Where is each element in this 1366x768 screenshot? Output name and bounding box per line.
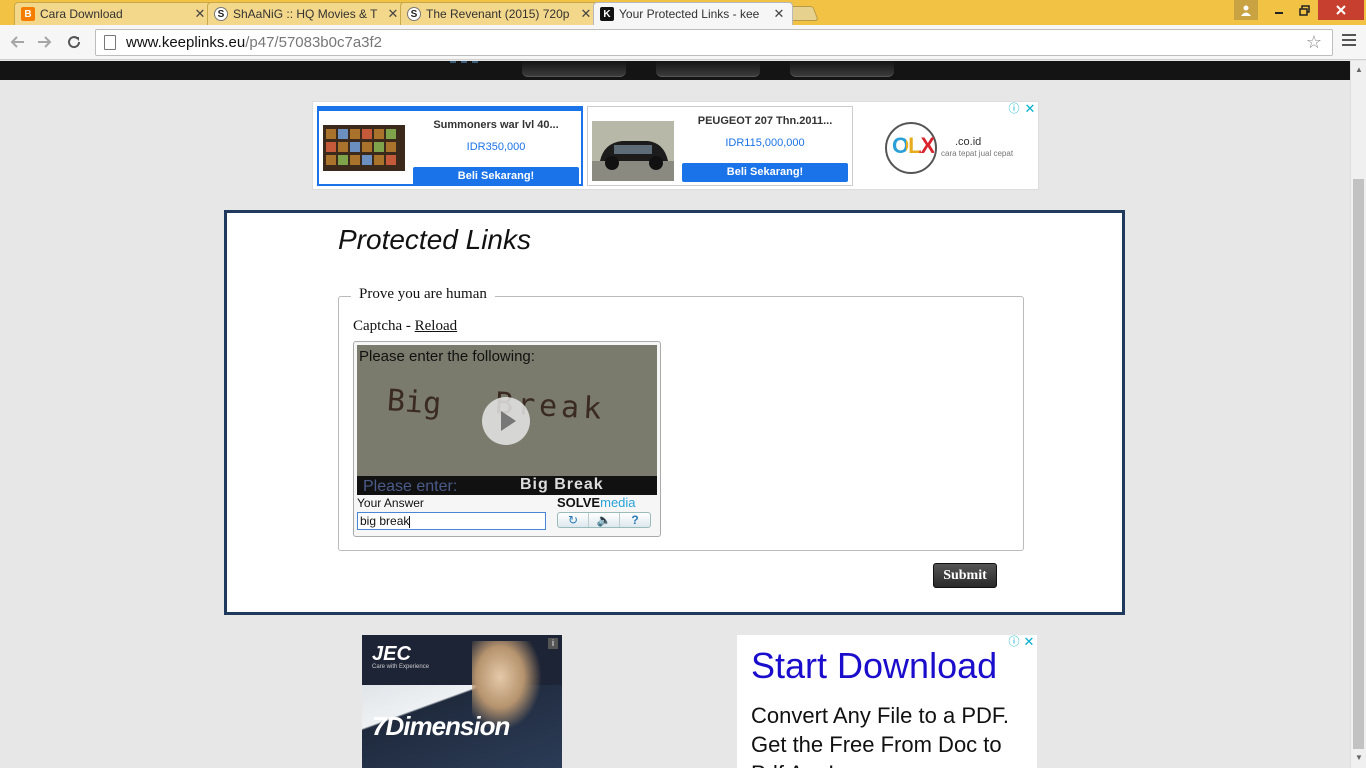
captcha-caption-bar: Please enter: Big Break: [357, 476, 657, 495]
captcha-instruction: Please enter the following:: [359, 348, 535, 365]
scroll-down-icon[interactable]: ▼: [1355, 753, 1363, 762]
close-icon[interactable]: ✕: [579, 6, 593, 22]
reload-captcha-link[interactable]: Reload: [415, 318, 458, 334]
jec-headline: 7Dimension: [372, 711, 510, 741]
ad-close-icon[interactable]: ✕: [1022, 635, 1036, 649]
tab-shaanig[interactable]: S ShAaNiG :: HQ Movies & T ✕: [207, 2, 407, 25]
ad-body: Convert Any File to a PDF. Get the Free …: [751, 703, 1009, 768]
nav-decoration: [450, 61, 478, 65]
reload-icon[interactable]: [63, 31, 85, 53]
audio-icon[interactable]: 🔈: [589, 513, 620, 527]
product-price: IDR350,000: [466, 141, 526, 153]
url-path: /p47/57083b0c7a3f2: [245, 34, 383, 51]
captcha-answer-input[interactable]: big break: [357, 512, 546, 530]
restore-icon[interactable]: [1293, 0, 1315, 20]
url-host: www.keeplinks.eu: [126, 34, 246, 51]
buy-now-button[interactable]: Beli Sekarang!: [413, 167, 579, 186]
text-caret: [409, 515, 411, 528]
tab-strip: B Cara Download ✕ S ShAaNiG :: HQ Movies…: [0, 0, 1366, 25]
tab-title: Your Protected Links - kee: [619, 7, 760, 21]
address-bar[interactable]: www.keeplinks.eu/p47/57083b0c7a3f2 ☆: [95, 29, 1333, 56]
page-viewport: Summoners war lvl 40... IDR350,000 Beli …: [0, 61, 1350, 768]
product-price: IDR115,000,000: [725, 137, 805, 149]
tab-title: The Revenant (2015) 720p: [426, 7, 570, 21]
solvemedia-logo: SOLVEmedia: [557, 495, 636, 510]
caption-prompt: Please enter:: [363, 478, 458, 495]
answer-label: Your Answer: [357, 496, 424, 510]
close-icon[interactable]: ✕: [193, 6, 207, 22]
jec-tagline: Care with Experience: [372, 664, 430, 670]
scroll-up-icon[interactable]: ▲: [1355, 65, 1363, 74]
tab-revenant[interactable]: S The Revenant (2015) 720p ✕: [400, 2, 600, 25]
protected-links-panel: Protected Links Prove you are human Capt…: [224, 210, 1125, 615]
product-image: [592, 121, 674, 181]
product-name: PEUGEOT 207 Thn.2011...: [697, 115, 833, 127]
caption-answer: Big Break: [520, 476, 604, 493]
captcha-media[interactable]: Please enter the following: Big Break Pl…: [357, 345, 657, 495]
profile-icon[interactable]: [1234, 0, 1258, 20]
ad-close-icon[interactable]: ✕: [1023, 102, 1037, 116]
back-icon[interactable]: [6, 31, 28, 53]
adchoices-icon[interactable]: ⓘ: [1007, 635, 1021, 649]
browser-toolbar: www.keeplinks.eu/p47/57083b0c7a3f2 ☆: [0, 25, 1366, 60]
submit-button[interactable]: Submit: [933, 563, 997, 588]
captcha-label: Captcha -: [353, 318, 415, 334]
solvemedia-solve: SOLVE: [557, 495, 601, 510]
window-close-icon[interactable]: [1318, 0, 1364, 20]
product-image: [323, 125, 405, 177]
tab-protected-links[interactable]: K Your Protected Links - kee ✕: [593, 2, 793, 25]
fieldset-legend: Prove you are human: [351, 286, 495, 303]
shaanig-icon: S: [214, 7, 228, 21]
nav-button[interactable]: [656, 61, 760, 77]
top-ad-banner[interactable]: Summoners war lvl 40... IDR350,000 Beli …: [312, 101, 1039, 190]
product-name: Summoners war lvl 40...: [433, 119, 559, 131]
help-icon[interactable]: ?: [620, 513, 650, 527]
page-icon: [104, 35, 116, 50]
olx-domain: .co.id: [955, 136, 982, 148]
olx-logo[interactable]: OLX .co.id cara tepat jual cepat: [885, 122, 1035, 174]
nav-button[interactable]: [790, 61, 894, 77]
nav-button[interactable]: [522, 61, 626, 77]
bookmark-star-icon[interactable]: ☆: [1306, 32, 1322, 53]
shaanig-icon: S: [407, 7, 421, 21]
jec-ad[interactable]: JEC Care with Experience 7Dimension i: [362, 635, 562, 768]
tab-title: ShAaNiG :: HQ Movies & T: [233, 7, 378, 21]
page-title: Protected Links: [338, 224, 531, 255]
close-icon[interactable]: ✕: [772, 6, 786, 22]
olx-wordmark: OLX: [892, 133, 935, 158]
download-ad[interactable]: Start Download Convert Any File to a PDF…: [737, 635, 1037, 768]
ad-product-card[interactable]: Summoners war lvl 40... IDR350,000 Beli …: [317, 106, 583, 186]
captcha-controls: ↻ 🔈 ?: [557, 512, 651, 528]
captcha-label-row: Captcha - Reload: [353, 318, 457, 335]
scroll-thumb[interactable]: [1353, 179, 1364, 749]
ad-headline[interactable]: Start Download: [751, 645, 997, 687]
tab-cara-download[interactable]: B Cara Download ✕: [14, 2, 214, 25]
close-icon[interactable]: ✕: [386, 6, 400, 22]
page-scrollbar[interactable]: ▲ ▼: [1350, 61, 1366, 768]
captcha-widget: Please enter the following: Big Break Pl…: [353, 341, 661, 537]
adchoices-icon[interactable]: ⓘ: [1007, 102, 1021, 116]
buy-now-button[interactable]: Beli Sekarang!: [682, 163, 848, 182]
ad-product-card[interactable]: PEUGEOT 207 Thn.2011... IDR115,000,000 B…: [587, 106, 853, 186]
menu-icon[interactable]: [1342, 34, 1356, 49]
solvemedia-media: media: [600, 495, 636, 510]
captcha-word-1: Big: [385, 383, 443, 422]
forward-icon[interactable]: [34, 31, 56, 53]
answer-value: big break: [360, 514, 410, 528]
site-top-nav: [0, 61, 1350, 80]
minimize-icon[interactable]: [1268, 0, 1290, 20]
ad-info-icon[interactable]: i: [548, 638, 558, 649]
jec-logo: JEC: [372, 643, 411, 665]
human-check-fieldset: Prove you are human Captcha - Reload Ple…: [338, 286, 1024, 551]
refresh-icon[interactable]: ↻: [558, 513, 589, 527]
play-icon[interactable]: [482, 397, 530, 445]
blogger-icon: B: [21, 7, 35, 21]
tab-title: Cara Download: [40, 7, 123, 21]
keeplinks-icon: K: [600, 7, 614, 21]
olx-tagline: cara tepat jual cepat: [941, 149, 1014, 158]
